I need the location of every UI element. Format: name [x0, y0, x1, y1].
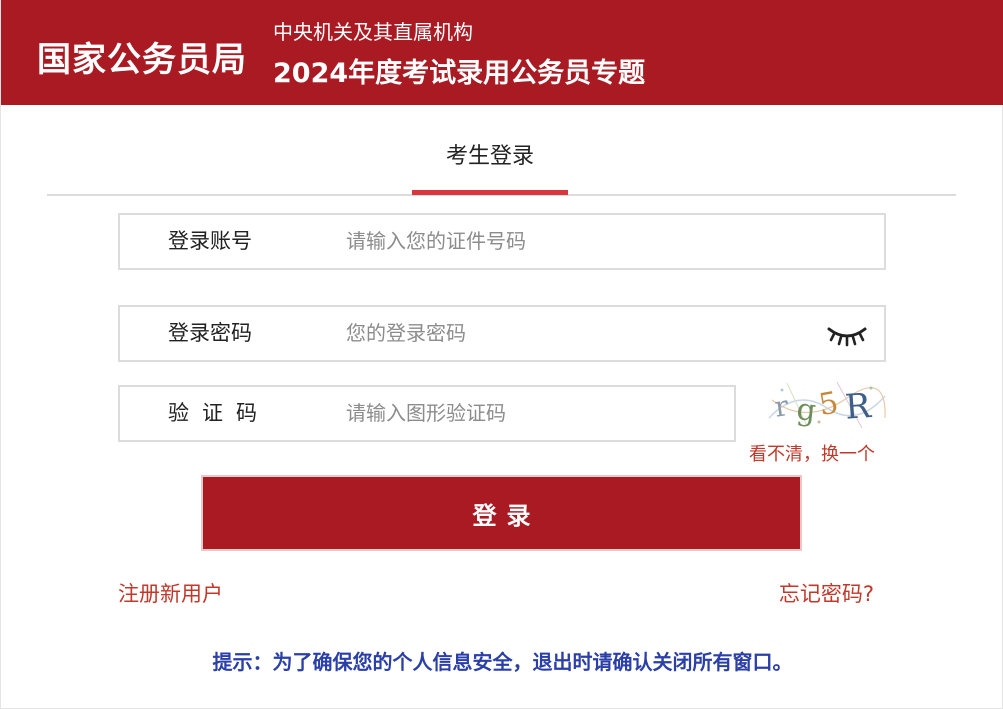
- captcha-input[interactable]: [346, 395, 716, 431]
- password-field: 登录密码: [118, 305, 886, 362]
- account-field: 登录账号: [118, 213, 886, 270]
- captcha-image[interactable]: r g 5 R: [767, 378, 887, 430]
- account-input[interactable]: [346, 223, 846, 259]
- active-tab-indicator: [412, 190, 568, 195]
- header-subtitle-1: 中央机关及其直属机构: [273, 20, 473, 44]
- svg-text:r: r: [773, 389, 791, 424]
- svg-text:5: 5: [816, 385, 841, 423]
- login-button[interactable]: 登录: [201, 475, 802, 551]
- account-label: 登录账号: [168, 229, 252, 253]
- svg-text:R: R: [844, 386, 874, 428]
- captcha-field: 验证码: [118, 385, 736, 442]
- org-name: 国家公务员局: [37, 40, 247, 80]
- eye-closed-icon[interactable]: [826, 321, 868, 347]
- tab-candidate-login[interactable]: 考生登录: [412, 138, 568, 194]
- refresh-captcha-link[interactable]: 看不清，换一个: [749, 440, 875, 466]
- password-label: 登录密码: [168, 321, 252, 345]
- forgot-password-link[interactable]: 忘记密码?: [779, 578, 874, 608]
- header-banner: 国家公务员局 中央机关及其直属机构 2024年度考试录用公务员专题: [1, 0, 1003, 105]
- password-input[interactable]: [346, 315, 786, 351]
- captcha-label: 验证码: [168, 401, 270, 425]
- header-subtitle-2: 2024年度考试录用公务员专题: [273, 58, 646, 89]
- register-link[interactable]: 注册新用户: [118, 578, 223, 608]
- svg-text:g: g: [795, 392, 818, 429]
- security-tip: 提示：为了确保您的个人信息安全，退出时请确认关闭所有窗口。: [212, 650, 793, 674]
